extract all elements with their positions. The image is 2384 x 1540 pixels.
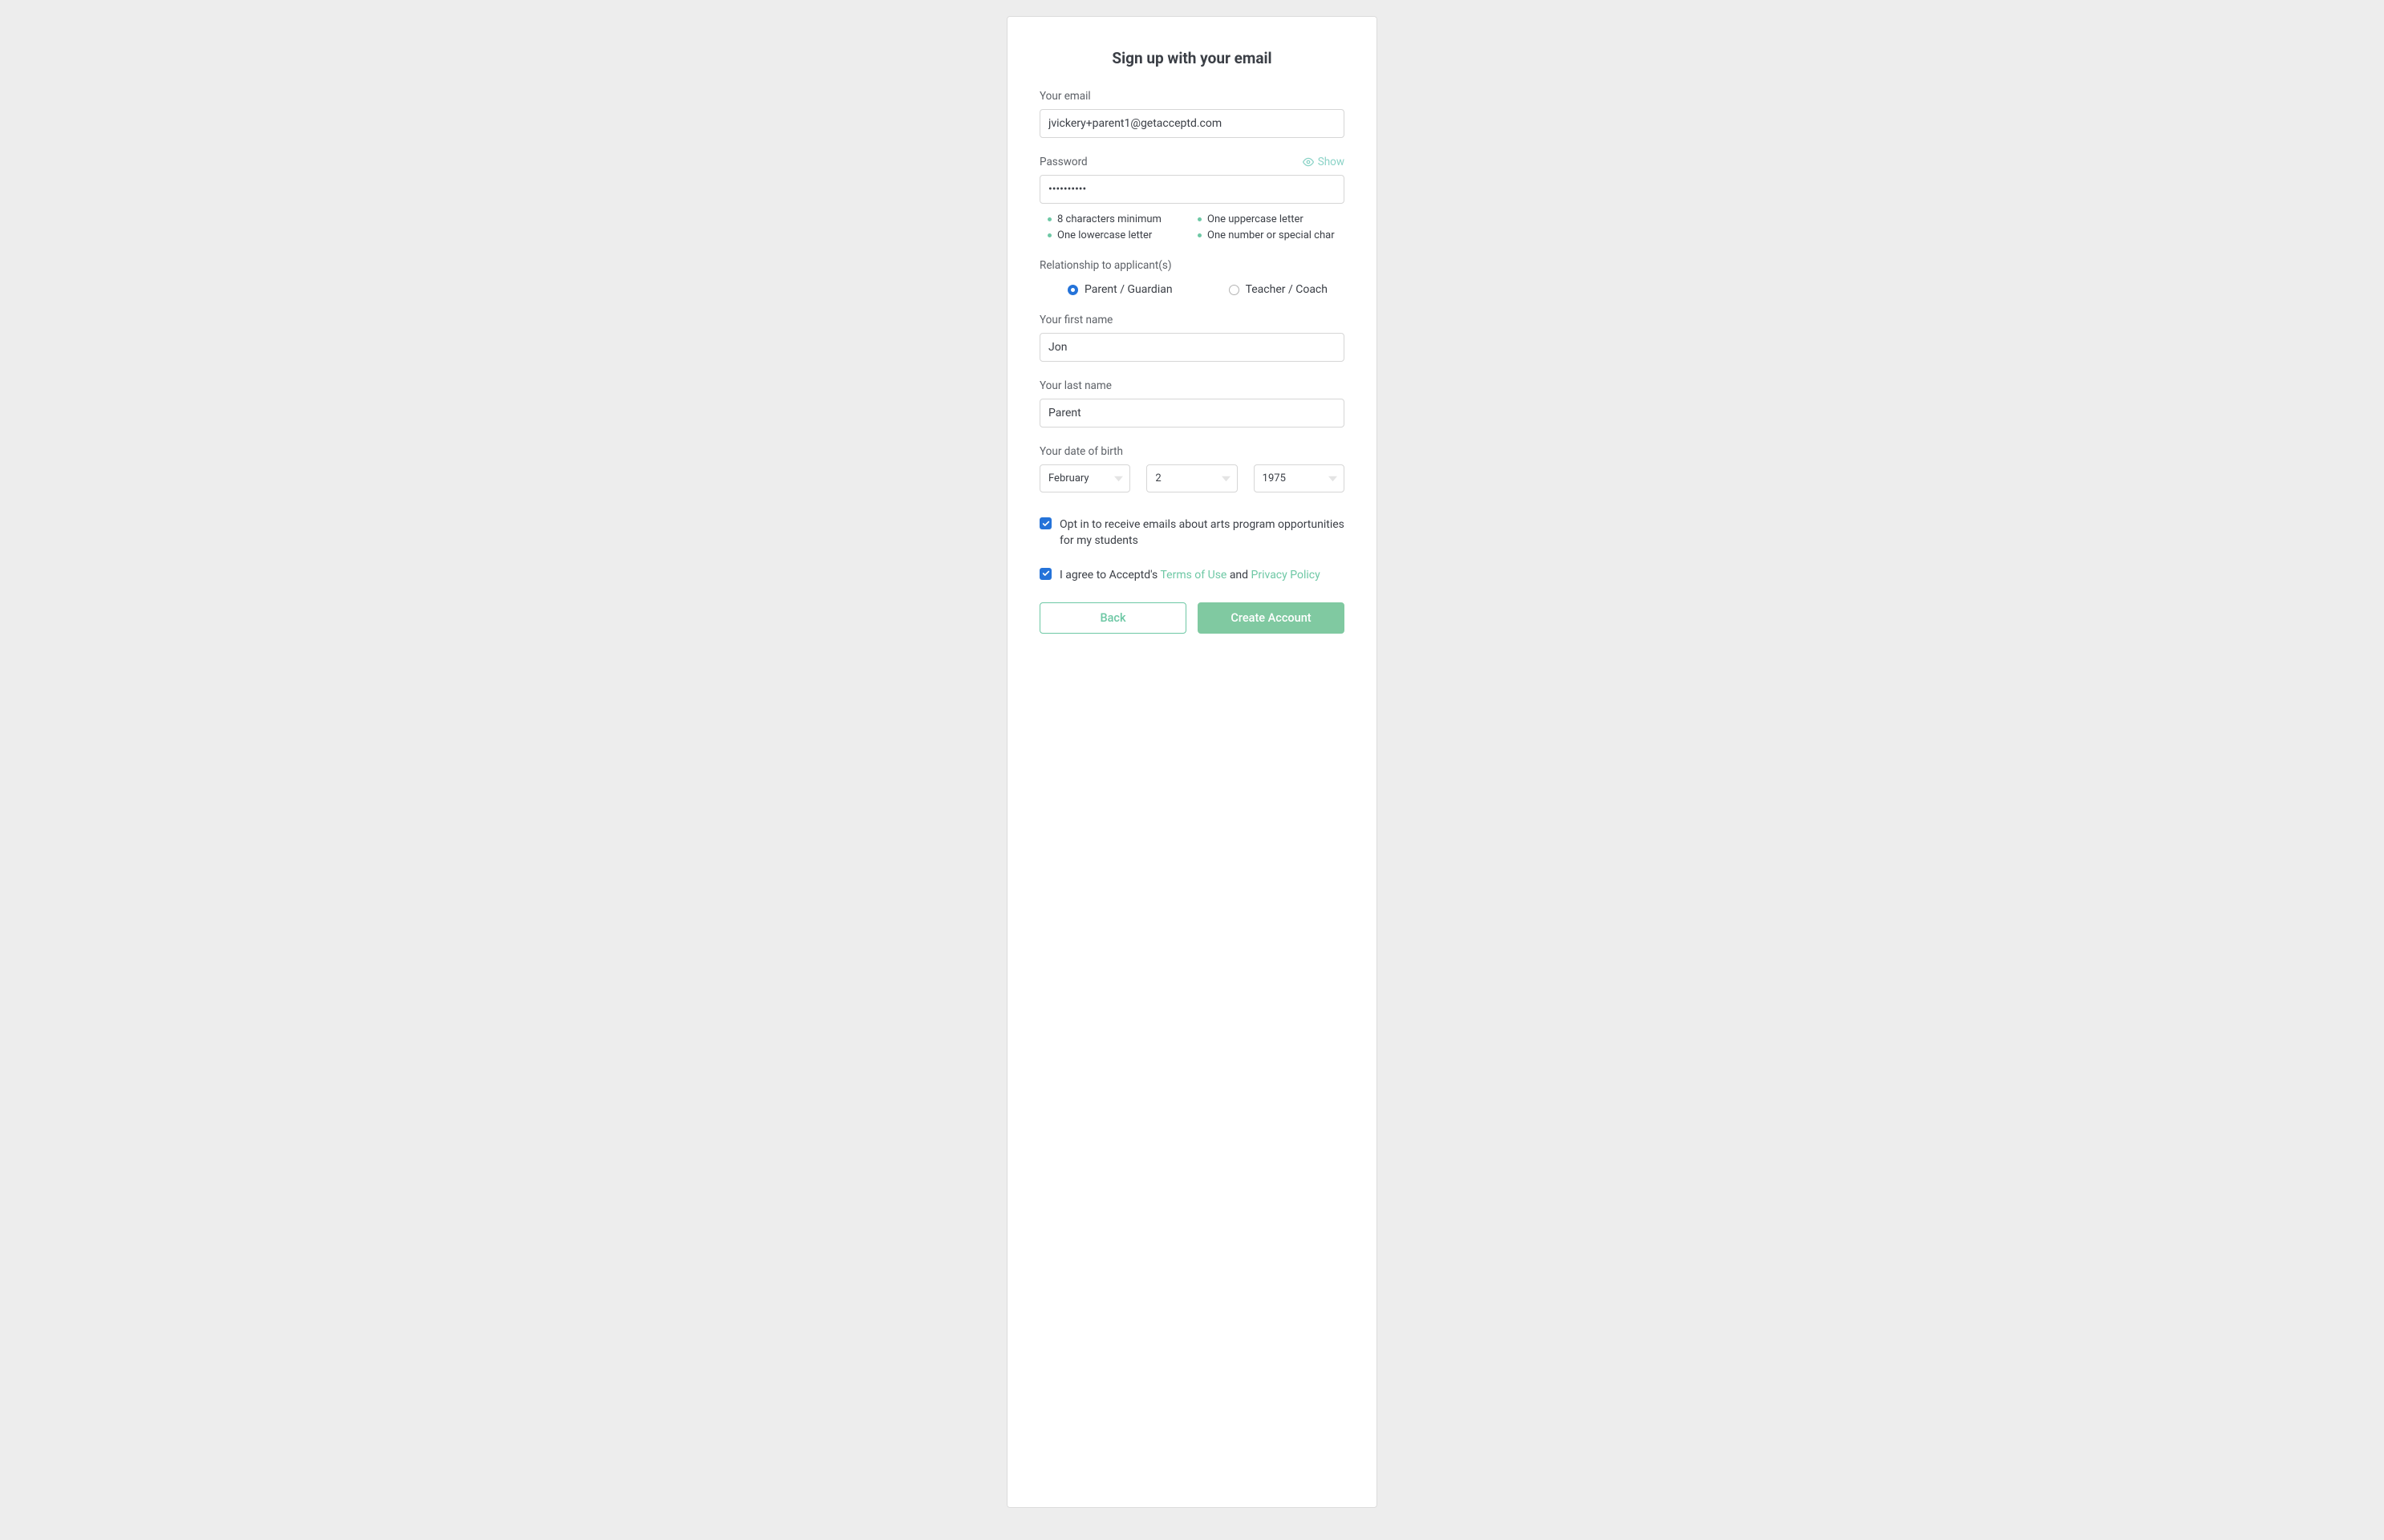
dob-group: Your date of birth February 2 1975 [1040,445,1344,492]
radio-selected-icon [1068,285,1078,295]
dob-day-wrap: 2 [1146,464,1237,492]
password-label-row: Password Show [1040,156,1344,168]
last-name-input[interactable] [1040,399,1344,428]
show-password-toggle[interactable]: Show [1303,156,1344,168]
create-account-button[interactable]: Create Account [1198,602,1344,634]
password-rules: 8 characters minimum One uppercase lette… [1040,213,1344,241]
radio-teacher-label: Teacher / Coach [1246,283,1328,296]
dob-year-wrap: 1975 [1254,464,1344,492]
password-label: Password [1040,156,1088,168]
button-row: Back Create Account [1040,602,1344,634]
show-password-label: Show [1318,156,1344,168]
agree-label: I agree to Acceptd's Terms of Use and Pr… [1060,567,1320,583]
optin-label: Opt in to receive emails about arts prog… [1060,517,1344,549]
rule-uppercase: One uppercase letter [1198,213,1344,225]
rule-lowercase: One lowercase letter [1048,229,1194,241]
terms-link[interactable]: Terms of Use [1160,569,1226,582]
rule-min-chars: 8 characters minimum [1048,213,1194,225]
checkmark-icon [1042,520,1050,528]
radio-parent-guardian[interactable]: Parent / Guardian [1068,283,1173,296]
relationship-label: Relationship to applicant(s) [1040,259,1344,272]
email-label: Your email [1040,90,1344,103]
password-group: Password Show 8 characters minimum One u… [1040,156,1344,241]
privacy-link[interactable]: Privacy Policy [1251,569,1320,582]
check-dot-icon [1048,233,1052,237]
relationship-options: Parent / Guardian Teacher / Coach [1040,283,1344,296]
optin-row: Opt in to receive emails about arts prog… [1040,517,1344,549]
password-input[interactable] [1040,175,1344,204]
email-input[interactable] [1040,109,1344,138]
radio-parent-label: Parent / Guardian [1085,283,1173,296]
checkmark-icon [1042,569,1050,578]
agree-row: I agree to Acceptd's Terms of Use and Pr… [1040,567,1344,583]
relationship-group: Relationship to applicant(s) Parent / Gu… [1040,259,1344,296]
check-dot-icon [1198,217,1202,221]
first-name-label: Your first name [1040,314,1344,326]
check-dot-icon [1198,233,1202,237]
first-name-input[interactable] [1040,333,1344,362]
dob-year-select[interactable]: 1975 [1254,464,1344,492]
last-name-group: Your last name [1040,379,1344,428]
back-button[interactable]: Back [1040,602,1186,634]
radio-unselected-icon [1229,285,1239,295]
dob-label: Your date of birth [1040,445,1344,458]
first-name-group: Your first name [1040,314,1344,362]
dob-selects: February 2 1975 [1040,464,1344,492]
signup-card: Sign up with your email Your email Passw… [1007,16,1377,1508]
last-name-label: Your last name [1040,379,1344,392]
check-dot-icon [1048,217,1052,221]
dob-day-select[interactable]: 2 [1146,464,1237,492]
agree-checkbox[interactable] [1040,568,1052,580]
dob-month-wrap: February [1040,464,1130,492]
email-group: Your email [1040,90,1344,138]
eye-icon [1303,156,1314,168]
rule-number-special: One number or special char [1198,229,1344,241]
page-title: Sign up with your email [1040,49,1344,67]
radio-teacher-coach[interactable]: Teacher / Coach [1229,283,1328,296]
optin-checkbox[interactable] [1040,517,1052,529]
dob-month-select[interactable]: February [1040,464,1130,492]
